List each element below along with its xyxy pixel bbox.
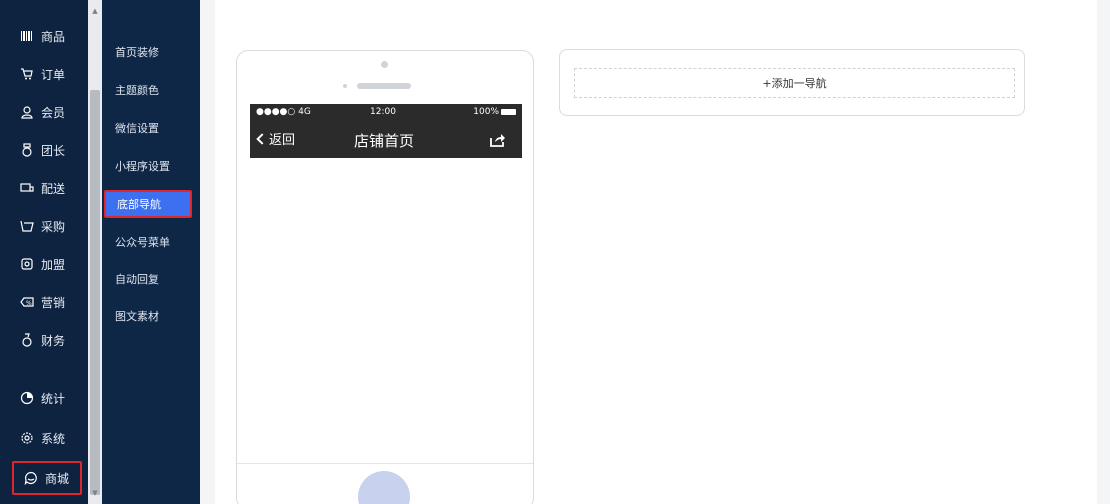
chevron-left-icon [256,132,268,145]
primary-item-label: 财务 [41,333,66,348]
phone-page-title: 店铺首页 [354,132,415,150]
shield-icon [20,257,34,271]
status-time: 12:00 [370,107,396,117]
add-nav-button[interactable]: +添加一导航 [574,68,1015,98]
secondary-item-wechat-settings[interactable]: 微信设置 [102,114,194,142]
user-icon [20,105,34,119]
secondary-item-official-menu[interactable]: 公众号菜单 [102,228,194,256]
secondary-item-miniprogram-settings[interactable]: 小程序设置 [102,152,194,180]
scrollbar-thumb[interactable] [90,90,100,495]
phone-preview: ●●●●○ 4G 12:00 100% 返回 店铺首页 [236,50,534,504]
primary-item-label: 加盟 [41,257,66,272]
phone-camera [381,61,388,68]
primary-item-leader[interactable]: 团长 [10,133,82,167]
battery-indicator: 100% [473,107,516,117]
primary-item-label: 会员 [41,105,66,120]
primary-item-label: 商城 [45,471,70,486]
coupon-icon: % [20,295,34,309]
secondary-item-label: 自动回复 [115,273,159,286]
primary-item-label: 商品 [41,29,66,44]
share-icon[interactable] [489,132,505,148]
pie-chart-icon [20,391,34,405]
secondary-item-bottom-nav[interactable]: 底部导航 [104,190,192,218]
scroll-up-arrow-icon[interactable]: ▲ [90,6,100,16]
primary-item-label: 统计 [41,391,66,406]
secondary-item-theme-color[interactable]: 主题颜色 [102,76,194,104]
primary-item-stats[interactable]: 统计 [10,381,82,415]
primary-item-franchise[interactable]: 加盟 [10,247,82,281]
secondary-item-label: 公众号菜单 [115,236,170,249]
secondary-item-label: 首页装修 [115,46,159,59]
primary-item-system[interactable]: 系统 [10,421,82,455]
primary-item-purchase[interactable]: 采购 [10,209,82,243]
primary-item-label: 采购 [41,219,66,234]
money-bag-icon [20,333,34,347]
secondary-item-media-material[interactable]: 图文素材 [102,302,194,330]
primary-item-orders[interactable]: 订单 [10,57,82,91]
primary-item-label: 配送 [41,181,66,196]
primary-item-label: 团长 [41,143,66,158]
status-bar: ●●●●○ 4G 12:00 100% [250,104,522,122]
phone-nav-bar: 返回 店铺首页 [250,122,522,158]
back-label: 返回 [269,133,296,148]
primary-item-goods[interactable]: 商品 [10,19,82,53]
cart-icon [20,67,34,81]
secondary-item-home-decor[interactable]: 首页装修 [102,38,194,66]
svg-text:%: % [26,300,32,307]
primary-item-label: 营销 [41,295,66,310]
secondary-item-label: 主题颜色 [115,84,159,97]
phone-screen: ●●●●○ 4G 12:00 100% 返回 店铺首页 [250,104,522,487]
medal-icon [20,143,34,157]
primary-item-finance[interactable]: 财务 [10,323,82,357]
nav-settings-panel: +添加一导航 [559,49,1025,116]
secondary-item-auto-reply[interactable]: 自动回复 [102,265,194,293]
battery-level: 100% [473,107,499,117]
chat-icon [24,471,38,485]
phone-speaker [357,83,411,89]
primary-item-members[interactable]: 会员 [10,95,82,129]
secondary-item-label: 微信设置 [115,122,159,135]
battery-icon [501,109,516,115]
gear-icon [20,431,34,445]
secondary-item-label: 小程序设置 [115,160,170,173]
barcode-icon [20,29,34,43]
basket-icon [20,219,34,233]
phone-sensor [343,84,347,88]
secondary-item-label: 底部导航 [117,198,161,211]
scroll-down-arrow-icon[interactable]: ▼ [90,488,100,498]
back-button[interactable]: 返回 [256,129,296,148]
primary-item-marketing[interactable]: % 营销 [10,285,82,319]
primary-item-delivery[interactable]: 配送 [10,171,82,205]
primary-sidebar: 商品 订单 会员 团长 配送 采购 加盟 % 营销 财务 统计 系统 商城 [0,0,88,504]
secondary-item-label: 图文素材 [115,310,159,323]
primary-item-label: 订单 [41,67,66,82]
primary-item-label: 系统 [41,431,66,446]
truck-icon [20,181,34,195]
sidebar-scrollbar[interactable]: ▲ ▼ [88,0,102,504]
primary-item-mall[interactable]: 商城 [12,461,82,495]
signal-indicator: ●●●●○ 4G [256,107,311,117]
phone-divider [237,463,533,464]
secondary-sidebar: 首页装修 主题颜色 微信设置 小程序设置 底部导航 公众号菜单 自动回复 图文素… [102,0,200,504]
